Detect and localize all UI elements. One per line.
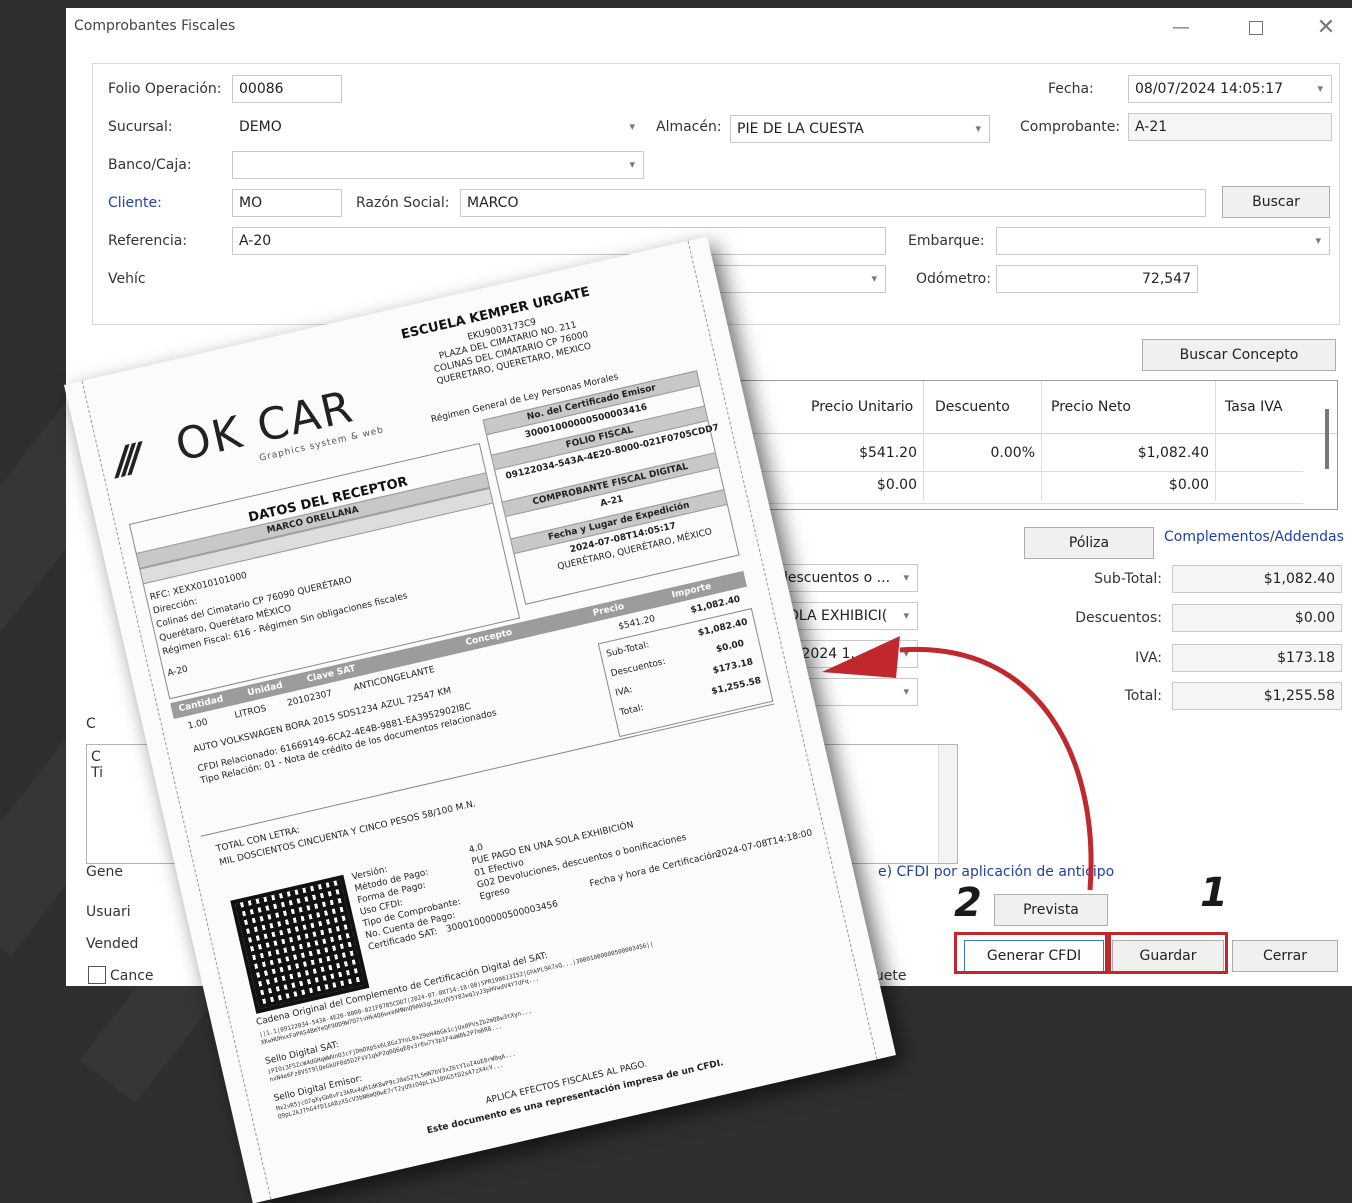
total-letra-value: MIL DOSCIENTOS CINCUENTA Y CINCO PESOS 5… bbox=[218, 799, 477, 869]
fecha-cert-value: 2024-07-08T14:18:00 bbox=[715, 828, 814, 861]
cert-sat-value: 30001000000500003456 bbox=[445, 899, 560, 935]
item-precio: $541.20 bbox=[617, 614, 657, 633]
arrow-head bbox=[822, 636, 900, 678]
company-logo: OK CAR Graphics system & web bbox=[171, 376, 385, 482]
item-clave: 20102307 bbox=[286, 688, 334, 709]
version-value: 4.0 bbox=[468, 842, 485, 856]
col-clave: Clave SAT bbox=[305, 663, 357, 685]
logo-mark-icon: ⁄⁄⁄ bbox=[113, 436, 144, 487]
col-cantidad: Cantidad bbox=[177, 694, 225, 715]
qr-code-icon bbox=[230, 874, 370, 1014]
item-unidad: LITROS bbox=[233, 703, 268, 721]
tipo-relacion: Tipo Relación: 01 - Nota de crédito de l… bbox=[199, 708, 498, 787]
arrow-curve bbox=[899, 646, 1094, 891]
col-importe: Importe bbox=[670, 581, 713, 601]
item-cantidad: 1.00 bbox=[186, 717, 209, 732]
col-concepto: Concepto bbox=[464, 627, 514, 649]
col-unidad: Unidad bbox=[246, 680, 284, 699]
col-precio: Precio bbox=[591, 601, 626, 619]
